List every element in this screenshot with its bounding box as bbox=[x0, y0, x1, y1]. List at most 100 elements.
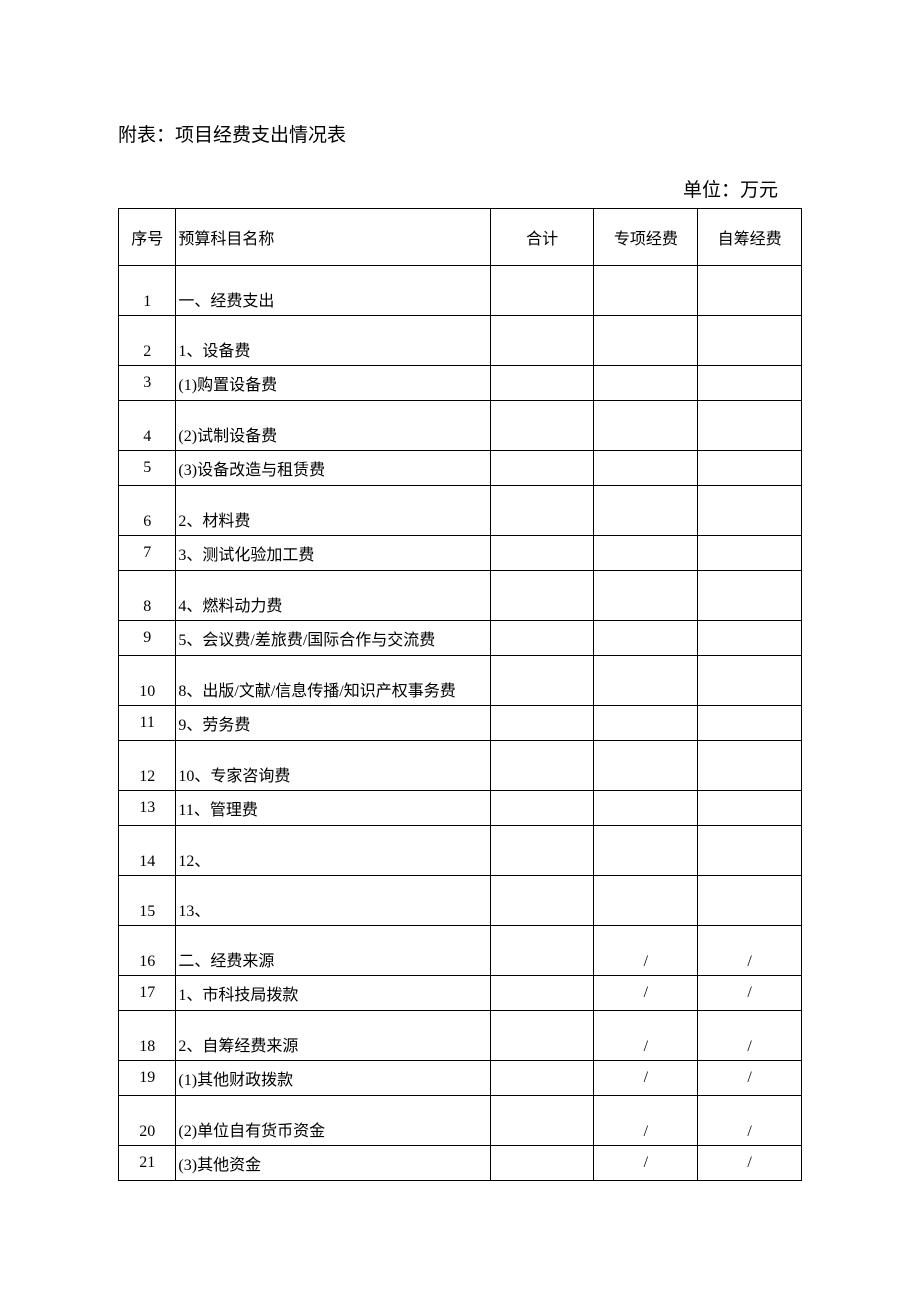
cell-seq: 7 bbox=[119, 536, 176, 571]
cell-special: / bbox=[594, 1011, 698, 1061]
cell-special bbox=[594, 401, 698, 451]
cell-special bbox=[594, 486, 698, 536]
header-name: 预算科目名称 bbox=[176, 209, 490, 266]
table-row: 95、会议费/差旅费/国际合作与交流费 bbox=[119, 621, 802, 656]
cell-special bbox=[594, 791, 698, 826]
cell-self: / bbox=[698, 976, 802, 1011]
cell-name: 8、出版/文献/信息传播/知识产权事务费 bbox=[176, 656, 490, 706]
cell-total bbox=[490, 316, 594, 366]
cell-name: 二、经费来源 bbox=[176, 926, 490, 976]
cell-special bbox=[594, 451, 698, 486]
cell-special: / bbox=[594, 976, 698, 1011]
expense-table: 序号 预算科目名称 合计 专项经费 自筹经费 1一、经费支出21、设备费3(1)… bbox=[118, 208, 802, 1181]
table-row: 19(1)其他财政拨款// bbox=[119, 1061, 802, 1096]
table-row: 1210、专家咨询费 bbox=[119, 741, 802, 791]
cell-self bbox=[698, 401, 802, 451]
cell-seq: 21 bbox=[119, 1146, 176, 1181]
cell-total bbox=[490, 826, 594, 876]
cell-total bbox=[490, 791, 594, 826]
cell-name: (1)其他财政拨款 bbox=[176, 1061, 490, 1096]
table-row: 1一、经费支出 bbox=[119, 266, 802, 316]
cell-self: / bbox=[698, 1096, 802, 1146]
cell-name: 9、劳务费 bbox=[176, 706, 490, 741]
cell-self bbox=[698, 536, 802, 571]
cell-special bbox=[594, 741, 698, 791]
cell-special bbox=[594, 656, 698, 706]
table-row: 1412、 bbox=[119, 826, 802, 876]
table-row: 16二、经费来源// bbox=[119, 926, 802, 976]
header-special: 专项经费 bbox=[594, 209, 698, 266]
cell-total bbox=[490, 486, 594, 536]
cell-self: / bbox=[698, 1146, 802, 1181]
cell-name: 10、专家咨询费 bbox=[176, 741, 490, 791]
cell-self bbox=[698, 621, 802, 656]
cell-special bbox=[594, 366, 698, 401]
cell-special bbox=[594, 826, 698, 876]
cell-name: (3)设备改造与租赁费 bbox=[176, 451, 490, 486]
cell-seq: 3 bbox=[119, 366, 176, 401]
cell-seq: 4 bbox=[119, 401, 176, 451]
cell-seq: 20 bbox=[119, 1096, 176, 1146]
cell-self bbox=[698, 876, 802, 926]
cell-self bbox=[698, 656, 802, 706]
cell-seq: 19 bbox=[119, 1061, 176, 1096]
cell-special bbox=[594, 876, 698, 926]
cell-self bbox=[698, 451, 802, 486]
cell-total bbox=[490, 571, 594, 621]
cell-total bbox=[490, 401, 594, 451]
header-self: 自筹经费 bbox=[698, 209, 802, 266]
cell-total bbox=[490, 976, 594, 1011]
cell-special: / bbox=[594, 1146, 698, 1181]
cell-total bbox=[490, 926, 594, 976]
cell-special bbox=[594, 706, 698, 741]
cell-seq: 17 bbox=[119, 976, 176, 1011]
cell-name: 2、材料费 bbox=[176, 486, 490, 536]
cell-special: / bbox=[594, 1061, 698, 1096]
table-row: 3(1)购置设备费 bbox=[119, 366, 802, 401]
cell-name: 2、自筹经费来源 bbox=[176, 1011, 490, 1061]
cell-self bbox=[698, 316, 802, 366]
cell-self bbox=[698, 706, 802, 741]
cell-total bbox=[490, 1011, 594, 1061]
cell-name: 1、设备费 bbox=[176, 316, 490, 366]
cell-seq: 13 bbox=[119, 791, 176, 826]
cell-special bbox=[594, 621, 698, 656]
cell-special: / bbox=[594, 1096, 698, 1146]
cell-name: 11、管理费 bbox=[176, 791, 490, 826]
cell-seq: 5 bbox=[119, 451, 176, 486]
cell-name: (2)试制设备费 bbox=[176, 401, 490, 451]
cell-name: 5、会议费/差旅费/国际合作与交流费 bbox=[176, 621, 490, 656]
cell-self bbox=[698, 486, 802, 536]
cell-seq: 8 bbox=[119, 571, 176, 621]
cell-seq: 18 bbox=[119, 1011, 176, 1061]
cell-seq: 11 bbox=[119, 706, 176, 741]
table-row: 1311、管理费 bbox=[119, 791, 802, 826]
document-title: 附表：项目经费支出情况表 bbox=[118, 120, 802, 147]
cell-total bbox=[490, 656, 594, 706]
table-row: 182、自筹经费来源// bbox=[119, 1011, 802, 1061]
cell-total bbox=[490, 706, 594, 741]
table-header-row: 序号 预算科目名称 合计 专项经费 自筹经费 bbox=[119, 209, 802, 266]
cell-self: / bbox=[698, 926, 802, 976]
cell-name: (1)购置设备费 bbox=[176, 366, 490, 401]
cell-total bbox=[490, 621, 594, 656]
header-total: 合计 bbox=[490, 209, 594, 266]
cell-seq: 16 bbox=[119, 926, 176, 976]
cell-seq: 14 bbox=[119, 826, 176, 876]
cell-seq: 1 bbox=[119, 266, 176, 316]
table-row: 5(3)设备改造与租赁费 bbox=[119, 451, 802, 486]
table-row: 1513、 bbox=[119, 876, 802, 926]
cell-total bbox=[490, 266, 594, 316]
cell-self bbox=[698, 266, 802, 316]
cell-total bbox=[490, 536, 594, 571]
cell-special bbox=[594, 266, 698, 316]
cell-name: (2)单位自有货币资金 bbox=[176, 1096, 490, 1146]
cell-seq: 10 bbox=[119, 656, 176, 706]
cell-self bbox=[698, 791, 802, 826]
cell-seq: 2 bbox=[119, 316, 176, 366]
cell-seq: 15 bbox=[119, 876, 176, 926]
cell-name: 1、市科技局拨款 bbox=[176, 976, 490, 1011]
cell-special bbox=[594, 316, 698, 366]
cell-special bbox=[594, 571, 698, 621]
cell-total bbox=[490, 1096, 594, 1146]
